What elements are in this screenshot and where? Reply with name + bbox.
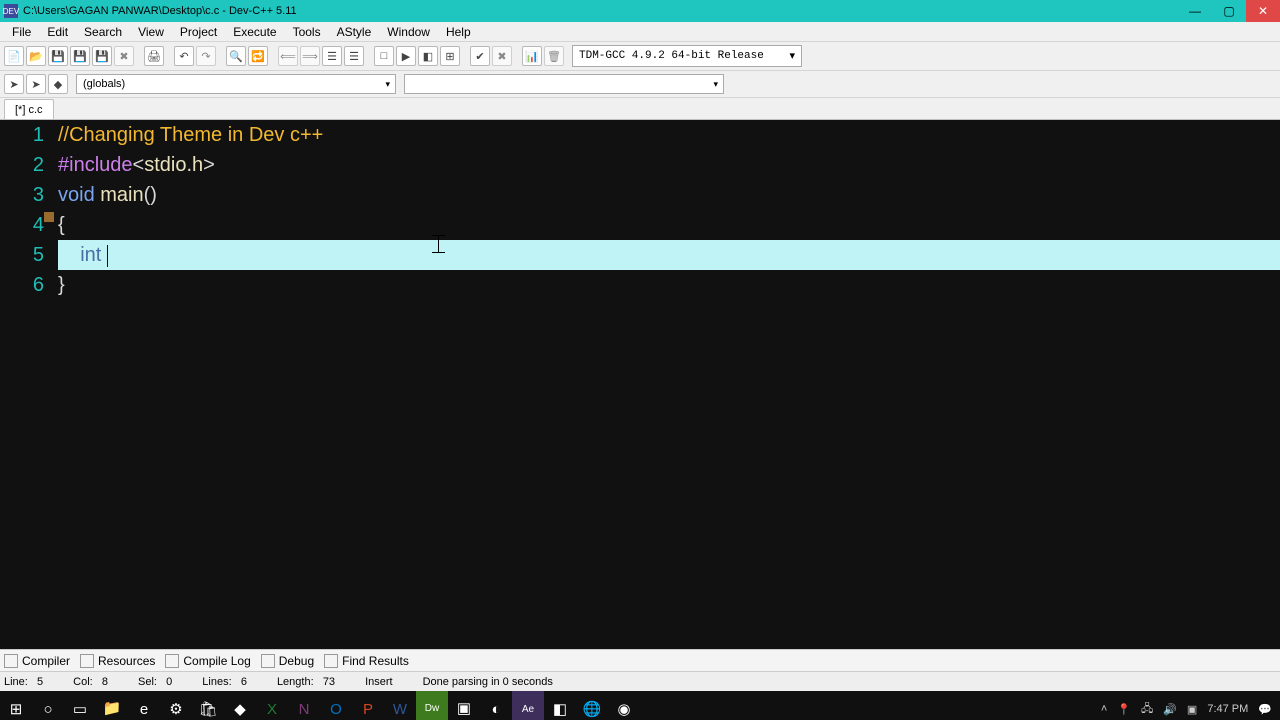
aftereffects-icon[interactable]: Ae: [512, 691, 544, 720]
goto-forward-icon[interactable]: ⟹: [300, 46, 320, 66]
status-message: Done parsing in 0 seconds: [423, 676, 553, 688]
status-col: Col: 8: [73, 676, 108, 688]
menu-help[interactable]: Help: [438, 25, 479, 39]
tray-chevron-icon[interactable]: ˄: [1101, 703, 1107, 715]
menu-search[interactable]: Search: [76, 25, 130, 39]
maximize-button[interactable]: ▢: [1212, 0, 1246, 22]
undo-icon[interactable]: ↶: [174, 46, 194, 66]
replace-icon[interactable]: 🔁: [248, 46, 268, 66]
eclipse-icon[interactable]: ◐: [480, 691, 512, 720]
compile-run-icon[interactable]: ◧: [418, 46, 438, 66]
onenote-icon[interactable]: N: [288, 691, 320, 720]
secondary-toolbar: ➤ ➤ ◆ (globals): [0, 71, 1280, 98]
bookmark-icon[interactable]: ☰: [322, 46, 342, 66]
save-all-icon[interactable]: 💾: [70, 46, 90, 66]
tab-debug[interactable]: Debug: [261, 654, 314, 668]
new-class-icon[interactable]: ➤: [4, 74, 24, 94]
file-tab[interactable]: [*] c.c: [4, 99, 54, 119]
settings-icon[interactable]: ⚙: [160, 691, 192, 720]
app-icon: DEV: [4, 4, 18, 18]
compile-icon[interactable]: □: [374, 46, 394, 66]
menubar: File Edit Search View Project Execute To…: [0, 22, 1280, 42]
menu-execute[interactable]: Execute: [225, 25, 284, 39]
app-2-icon[interactable]: ◧: [544, 691, 576, 720]
menu-project[interactable]: Project: [172, 25, 225, 39]
menu-tools[interactable]: Tools: [285, 25, 329, 39]
cortana-icon[interactable]: ○: [32, 691, 64, 720]
compiler-selector[interactable]: TDM-GCC 4.9.2 64-bit Release: [572, 45, 802, 67]
start-button[interactable]: ⊞: [0, 691, 32, 720]
tray-battery-icon[interactable]: ▣: [1187, 703, 1197, 716]
bookmark-toggle-icon[interactable]: ◆: [48, 74, 68, 94]
windows-taskbar: ⊞ ○ ▭ 📁 e ⚙ 🛍 ◆ X N O P W Dw ▣ ◐ Ae ◧ 🌐 …: [0, 691, 1280, 720]
open-file-icon[interactable]: 📂: [26, 46, 46, 66]
line-gutter: 123456: [0, 120, 58, 649]
tab-compile-log[interactable]: Compile Log: [165, 654, 250, 668]
tray-location-icon[interactable]: 📍: [1117, 703, 1131, 716]
window-title: C:\Users\GAGAN PANWAR\Desktop\c.c - Dev-…: [23, 5, 1178, 17]
close-button[interactable]: ✕: [1246, 0, 1280, 22]
word-icon[interactable]: W: [384, 691, 416, 720]
task-view-icon[interactable]: ▭: [64, 691, 96, 720]
tray-clock[interactable]: 7:47 PM: [1207, 703, 1248, 715]
insert-icon[interactable]: ➤: [26, 74, 46, 94]
chrome-icon[interactable]: ◉: [608, 691, 640, 720]
minimize-button[interactable]: —: [1178, 0, 1212, 22]
menu-view[interactable]: View: [130, 25, 172, 39]
save-as-icon[interactable]: 💾: [92, 46, 112, 66]
tray-notifications-icon[interactable]: 💬: [1258, 703, 1272, 716]
titlebar: DEV C:\Users\GAGAN PANWAR\Desktop\c.c - …: [0, 0, 1280, 22]
goto-line-icon[interactable]: ☰: [344, 46, 364, 66]
tab-compiler[interactable]: Compiler: [4, 654, 70, 668]
edge-icon[interactable]: e: [128, 691, 160, 720]
new-file-icon[interactable]: 📄: [4, 46, 24, 66]
status-line: Line: 5: [4, 676, 43, 688]
code-editor[interactable]: 123456 //Changing Theme in Dev c++#inclu…: [0, 120, 1280, 649]
menu-astyle[interactable]: AStyle: [329, 25, 380, 39]
stop-icon[interactable]: ✖: [492, 46, 512, 66]
statusbar: Line: 5 Col: 8 Sel: 0 Lines: 6 Length: 7…: [0, 671, 1280, 691]
status-length: Length: 73: [277, 676, 335, 688]
dreamweaver-icon[interactable]: Dw: [416, 691, 448, 720]
find-icon[interactable]: 🔍: [226, 46, 246, 66]
main-toolbar: 📄 📂 💾 💾 💾 ✖ 🖨 ↶ ↷ 🔍 🔁 ⟸ ⟹ ☰ ☰ □ ▶ ◧ ⊞ ✔ …: [0, 42, 1280, 71]
status-lines: Lines: 6: [202, 676, 247, 688]
run-icon[interactable]: ▶: [396, 46, 416, 66]
tray-network-icon[interactable]: 🖧: [1141, 700, 1153, 719]
app-3-icon[interactable]: 🌐: [576, 691, 608, 720]
save-icon[interactable]: 💾: [48, 46, 68, 66]
status-mode: Insert: [365, 676, 393, 688]
outlook-icon[interactable]: O: [320, 691, 352, 720]
file-tabbar: [*] c.c: [0, 98, 1280, 120]
member-selector[interactable]: [404, 74, 724, 94]
store-icon[interactable]: 🛍: [192, 691, 224, 720]
tray-volume-icon[interactable]: 🔊: [1163, 703, 1177, 716]
fold-marker-icon[interactable]: [44, 212, 54, 222]
devcpp-taskbar-icon[interactable]: ▣: [448, 691, 480, 720]
file-explorer-icon[interactable]: 📁: [96, 691, 128, 720]
goto-back-icon[interactable]: ⟸: [278, 46, 298, 66]
status-sel: Sel: 0: [138, 676, 172, 688]
rebuild-icon[interactable]: ⊞: [440, 46, 460, 66]
print-icon[interactable]: 🖨: [144, 46, 164, 66]
close-file-icon[interactable]: ✖: [114, 46, 134, 66]
redo-icon[interactable]: ↷: [196, 46, 216, 66]
scope-selector[interactable]: (globals): [76, 74, 396, 94]
output-tabbar: Compiler Resources Compile Log Debug Fin…: [0, 649, 1280, 671]
powerpoint-icon[interactable]: P: [352, 691, 384, 720]
system-tray: ˄ 📍 🖧 🔊 ▣ 7:47 PM 💬: [1101, 700, 1280, 719]
excel-icon[interactable]: X: [256, 691, 288, 720]
code-area[interactable]: //Changing Theme in Dev c++#include<stdi…: [58, 120, 1280, 649]
profile-icon[interactable]: 📊: [522, 46, 542, 66]
tab-resources[interactable]: Resources: [80, 654, 155, 668]
app-1-icon[interactable]: ◆: [224, 691, 256, 720]
debug-icon[interactable]: ✔: [470, 46, 490, 66]
menu-window[interactable]: Window: [379, 25, 438, 39]
menu-edit[interactable]: Edit: [39, 25, 76, 39]
tab-find-results[interactable]: Find Results: [324, 654, 409, 668]
menu-file[interactable]: File: [4, 25, 39, 39]
trash-icon[interactable]: 🗑: [544, 46, 564, 66]
